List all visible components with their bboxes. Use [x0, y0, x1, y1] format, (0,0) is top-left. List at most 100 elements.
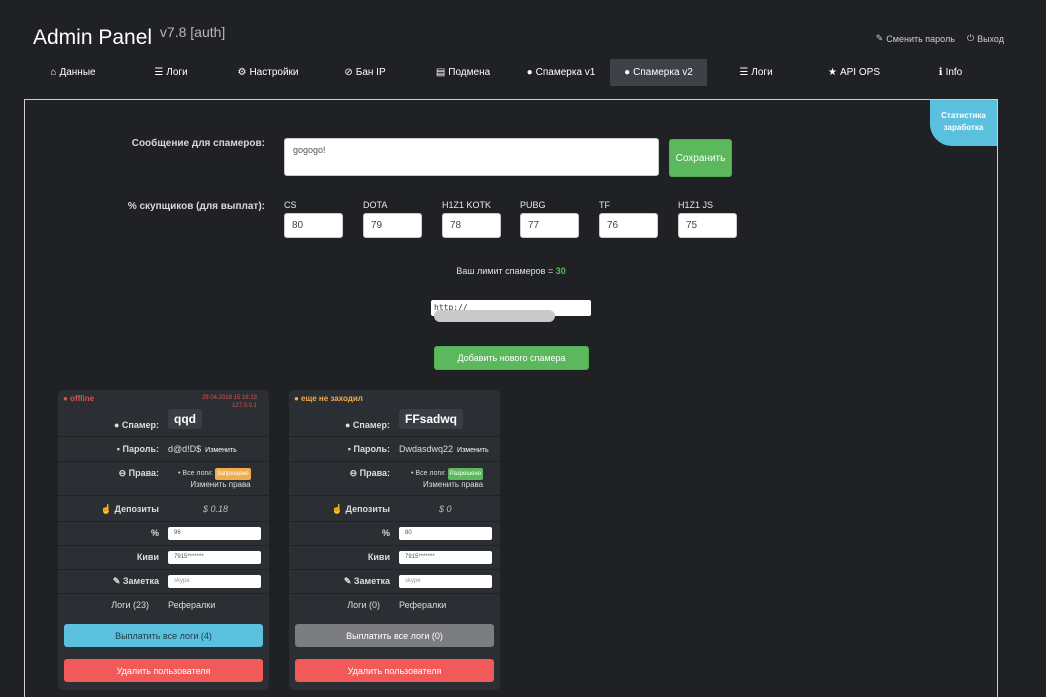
tab-label: Настройки	[249, 67, 299, 78]
delete-user-button[interactable]: Удалить пользователя	[295, 659, 494, 682]
file-icon: ▤	[435, 67, 446, 78]
badge-line-2: заработка	[943, 123, 984, 132]
tab-label: Логи	[166, 67, 188, 78]
deposits-label-text: Депозиты	[114, 504, 159, 514]
game-name: DOTA	[363, 200, 388, 210]
game-percent-input[interactable]: 78	[442, 213, 501, 238]
password-label: ▪ Пароль:	[117, 444, 159, 454]
kiwi-input-wrap: 7915*******	[399, 551, 492, 564]
tab-spammer-v1[interactable]: ● Спамерка v1	[512, 59, 610, 86]
change-rights-button[interactable]: Изменить права	[411, 480, 483, 490]
password-label-text: Пароль:	[122, 444, 160, 454]
all-logs-label: • Все логи:	[411, 470, 446, 477]
rights-label: ⊖ Права:	[350, 468, 390, 479]
referrals-link[interactable]: Рефералки	[168, 600, 215, 610]
tab-info[interactable]: ℹ Info	[903, 59, 998, 86]
list-icon: ☰	[154, 67, 164, 78]
spammer-label: ● Спамер:	[345, 420, 390, 430]
gear-icon: ⚙	[237, 67, 247, 78]
spammer-name-wrap: qqd	[168, 409, 202, 429]
change-password-button[interactable]: Изменить	[205, 447, 237, 454]
percent-label: %	[381, 528, 390, 538]
add-spammer-button[interactable]: Добавить нового спамера	[434, 346, 589, 370]
spammer-name: FFsadwq	[399, 409, 464, 429]
percent-row: % 96	[58, 522, 269, 546]
limit-text: Ваш лимит спамеров =	[456, 266, 556, 276]
game-percent-input[interactable]: 79	[363, 213, 422, 238]
star-icon: ★	[828, 67, 837, 78]
spammer-row: ● Спамер: qqd	[58, 406, 269, 437]
game-h1z1-js: H1Z1 JS 75	[678, 200, 737, 238]
all-logs-label: • Все логи:	[178, 470, 213, 477]
logs-link[interactable]: Логи (0)	[347, 600, 380, 610]
tab-settings[interactable]: ⚙ Настройки	[220, 59, 316, 86]
note-input[interactable]: skype	[399, 575, 492, 588]
minus-circle-icon: ⊖	[118, 468, 129, 478]
deposits-value: $ 0.18	[203, 504, 229, 514]
tab-ban-ip[interactable]: ⊘ Бан IP	[316, 59, 414, 86]
kiwi-input[interactable]: 7915*******	[399, 551, 492, 564]
spam-url-field[interactable]: http://	[431, 300, 591, 322]
deposits-row: ☝ Депозиты $ 0.18	[58, 496, 269, 522]
tab-data[interactable]: ⌂ Данные	[24, 59, 122, 86]
percent-input[interactable]: 96	[168, 527, 261, 540]
info-icon: ℹ	[938, 67, 943, 78]
tab-api-ops[interactable]: ★ API OPS	[805, 59, 903, 86]
game-percent-input[interactable]: 76	[599, 213, 658, 238]
game-pubg: PUBG 77	[520, 200, 579, 238]
tab-logs[interactable]: ☰ Логи	[122, 59, 220, 86]
game-percent-input[interactable]: 77	[520, 213, 579, 238]
kiwi-input[interactable]: 7915*******	[168, 551, 261, 564]
percent-row: % 80	[289, 522, 500, 546]
note-label: ✎ Заметка	[344, 576, 390, 587]
percent-input[interactable]: 80	[399, 527, 492, 540]
thumbs-up-icon: ☝	[331, 504, 346, 514]
note-input-wrap: skype	[399, 575, 492, 588]
pay-all-logs-button[interactable]: Выплатить все логи (4)	[64, 624, 263, 647]
note-input[interactable]: skype	[168, 575, 261, 588]
spammer-label-text: Спамер:	[352, 420, 390, 430]
message-label: Сообщение для спамеров:	[131, 138, 265, 149]
tab-label: API OPS	[839, 67, 880, 78]
tab-spammer-v2[interactable]: ● Спамерка v2	[610, 59, 707, 86]
game-name: H1Z1 KOTK	[442, 200, 492, 210]
referrals-link[interactable]: Рефералки	[399, 600, 446, 610]
page-title: Admin Panel v7.8 [auth]	[33, 24, 225, 50]
earnings-stats-badge[interactable]: Статистика заработка	[930, 100, 997, 146]
spammer-card: ● offline 29.04.2018 15:16:13 127.0.0.1 ●…	[58, 390, 269, 690]
game-percent-input[interactable]: 80	[284, 213, 343, 238]
change-password-link[interactable]: ✎ Сменить пароль	[876, 33, 955, 44]
tab-label: Данные	[59, 67, 96, 78]
note-label-text: Заметка	[122, 576, 159, 586]
pencil-icon: ✎	[112, 576, 123, 586]
password-value: Dwdasdwq22	[399, 444, 454, 454]
note-label-text: Заметка	[353, 576, 390, 586]
change-rights-button[interactable]: Изменить права	[178, 480, 250, 490]
logout-link[interactable]: ⏻ Выход	[967, 33, 1004, 44]
tab-substitution[interactable]: ▤ Подмена	[414, 59, 512, 86]
tab-logs-2[interactable]: ☰ Логи	[707, 59, 805, 86]
logs-link[interactable]: Логи (23)	[111, 600, 149, 610]
password-value-wrap: d@d!D$ Изменить	[168, 444, 237, 454]
status-label: ● еще не заходил	[294, 394, 363, 403]
message-textarea[interactable]: gogogo!	[284, 138, 659, 176]
last-seen-date: 29.04.2018 15:16:13	[201, 395, 257, 401]
limit-value: 30	[555, 266, 566, 276]
game-cs: CS 80	[284, 200, 343, 238]
delete-user-button[interactable]: Удалить пользователя	[64, 659, 263, 682]
change-password-button[interactable]: Изменить	[457, 447, 489, 454]
status-label: ● offline	[63, 394, 95, 403]
pencil-icon: ✎	[875, 33, 884, 43]
minus-circle-icon: ⊖	[349, 468, 360, 478]
content-panel: Статистика заработка Сообщение для спаме…	[24, 99, 998, 697]
save-button[interactable]: Сохранить	[669, 139, 732, 177]
pay-all-logs-button[interactable]: Выплатить все логи (0)	[295, 624, 494, 647]
spammer-label: ● Спамер:	[114, 420, 159, 430]
spammer-card: ● еще не заходил ● Спамер: FFsadwq ▪ Пар…	[289, 390, 500, 690]
tab-label: Подмена	[448, 67, 491, 78]
thumbs-up-icon: ☝	[100, 504, 115, 514]
game-percent-input[interactable]: 75	[678, 213, 737, 238]
note-label: ✎ Заметка	[113, 576, 159, 587]
tab-label: Логи	[751, 67, 773, 78]
deposits-label-text: Депозиты	[345, 504, 390, 514]
